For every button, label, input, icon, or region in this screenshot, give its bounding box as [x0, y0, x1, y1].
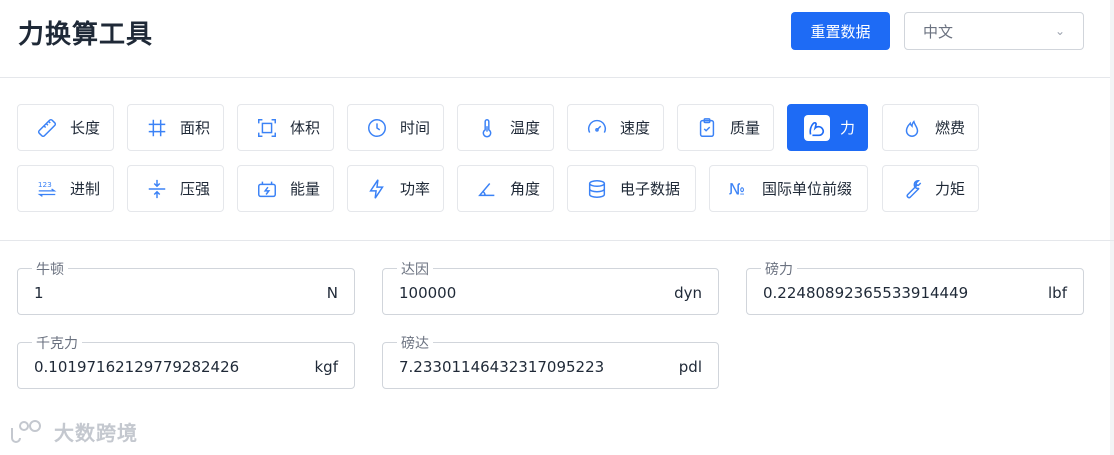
category-label: 力矩 — [935, 180, 966, 198]
compress-icon — [144, 176, 170, 202]
category-torque[interactable]: 力矩 — [882, 165, 979, 212]
category-si-prefix[interactable]: № 国际单位前缀 — [709, 165, 868, 212]
category-fuel[interactable]: 燃费 — [882, 104, 979, 151]
field-value[interactable]: 1 — [34, 284, 44, 302]
category-grid: 长度 面积 体积 时间 温度 速度 质量 力 燃费 123 进制 压强 能量 功… — [0, 78, 1114, 241]
language-select[interactable]: 中文 ⌄ — [904, 12, 1084, 50]
category-force[interactable]: 力 — [787, 104, 868, 151]
field-unit: dyn — [674, 284, 702, 302]
category-radix[interactable]: 123 进制 — [17, 165, 114, 212]
svg-text:123: 123 — [38, 180, 52, 189]
field-unit: pdl — [678, 358, 702, 376]
category-temperature[interactable]: 温度 — [457, 104, 554, 151]
category-label: 压强 — [180, 180, 211, 198]
battery-charging-icon — [254, 176, 280, 202]
category-pressure[interactable]: 压强 — [127, 165, 224, 212]
field-label: 达因 — [397, 259, 433, 279]
field-unit: lbf — [1048, 284, 1067, 302]
category-label: 燃费 — [935, 119, 966, 137]
category-speed[interactable]: 速度 — [567, 104, 664, 151]
language-select-value: 中文 — [923, 22, 954, 41]
field-label: 磅达 — [397, 333, 433, 353]
category-label: 电子数据 — [620, 180, 681, 198]
field-label: 牛顿 — [32, 259, 68, 279]
category-label: 时间 — [400, 119, 431, 137]
category-energy[interactable]: 能量 — [237, 165, 334, 212]
category-label: 国际单位前缀 — [762, 180, 853, 198]
category-label: 面积 — [180, 119, 211, 137]
angle-icon — [474, 176, 500, 202]
dyne-field[interactable]: 达因 100000 dyn — [382, 259, 719, 315]
reset-data-button[interactable]: 重置数据 — [791, 12, 890, 50]
field-unit: N — [326, 284, 338, 302]
category-label: 体积 — [290, 119, 321, 137]
watermark-text: 大数跨境 — [54, 421, 138, 445]
pound-force-field[interactable]: 磅力 0.2248089236553391444​9 lbf — [746, 259, 1084, 315]
category-label: 进制 — [70, 180, 101, 198]
speedometer-icon — [584, 115, 610, 141]
category-label: 能量 — [290, 180, 321, 198]
app-header: 力换算工具 重置数据 中文 ⌄ — [0, 0, 1114, 78]
svg-text:№: № — [729, 180, 745, 198]
clock-icon — [364, 115, 390, 141]
category-length[interactable]: 长度 — [17, 104, 114, 151]
category-label: 质量 — [730, 119, 761, 137]
number-123-icon: 123 — [34, 176, 60, 202]
category-label: 角度 — [510, 180, 541, 198]
category-mass[interactable]: 质量 — [677, 104, 774, 151]
poundal-field[interactable]: 磅达 7.2330114643231709522​3 pdl — [382, 333, 719, 389]
wrench-icon — [899, 176, 925, 202]
flexed-arm-icon — [804, 114, 830, 141]
field-value[interactable]: 100000 — [399, 284, 456, 302]
category-time[interactable]: 时间 — [347, 104, 444, 151]
lightning-icon — [364, 176, 390, 202]
hash-grid-icon — [144, 115, 170, 141]
category-label: 温度 — [510, 119, 541, 137]
frame-box-icon — [254, 115, 280, 141]
database-icon — [584, 176, 610, 202]
watermark-logo-icon — [8, 418, 48, 446]
category-volume[interactable]: 体积 — [237, 104, 334, 151]
category-label: 长度 — [70, 119, 101, 137]
field-label: 磅力 — [761, 259, 797, 279]
category-power[interactable]: 功率 — [347, 165, 444, 212]
category-data-storage[interactable]: 电子数据 — [567, 165, 696, 212]
newton-field[interactable]: 牛顿 1 N — [17, 259, 355, 315]
field-value[interactable]: 0.2248089236553391444​9 — [763, 284, 968, 302]
field-value[interactable]: 0.10197162129779282426 — [34, 358, 239, 376]
clipboard-check-icon — [694, 115, 720, 141]
category-label: 力 — [840, 119, 856, 137]
category-area[interactable]: 面积 — [127, 104, 224, 151]
category-label: 功率 — [400, 180, 431, 198]
page-title: 力换算工具 — [18, 20, 154, 50]
field-label: 千克力 — [32, 333, 82, 353]
chevron-down-icon: ⌄ — [1054, 24, 1065, 38]
field-unit: kgf — [314, 358, 339, 376]
ruler-icon — [34, 115, 60, 141]
watermark: 大数跨境 — [8, 417, 138, 446]
category-label: 速度 — [620, 119, 651, 137]
kilogram-force-field[interactable]: 千克力 0.10197162129779282426 kgf — [17, 333, 355, 389]
numero-sign-icon: № — [726, 176, 752, 202]
field-value[interactable]: 7.2330114643231709522​3 — [399, 358, 604, 376]
flame-icon — [899, 115, 925, 141]
category-angle[interactable]: 角度 — [457, 165, 554, 212]
thermometer-icon — [474, 115, 500, 141]
